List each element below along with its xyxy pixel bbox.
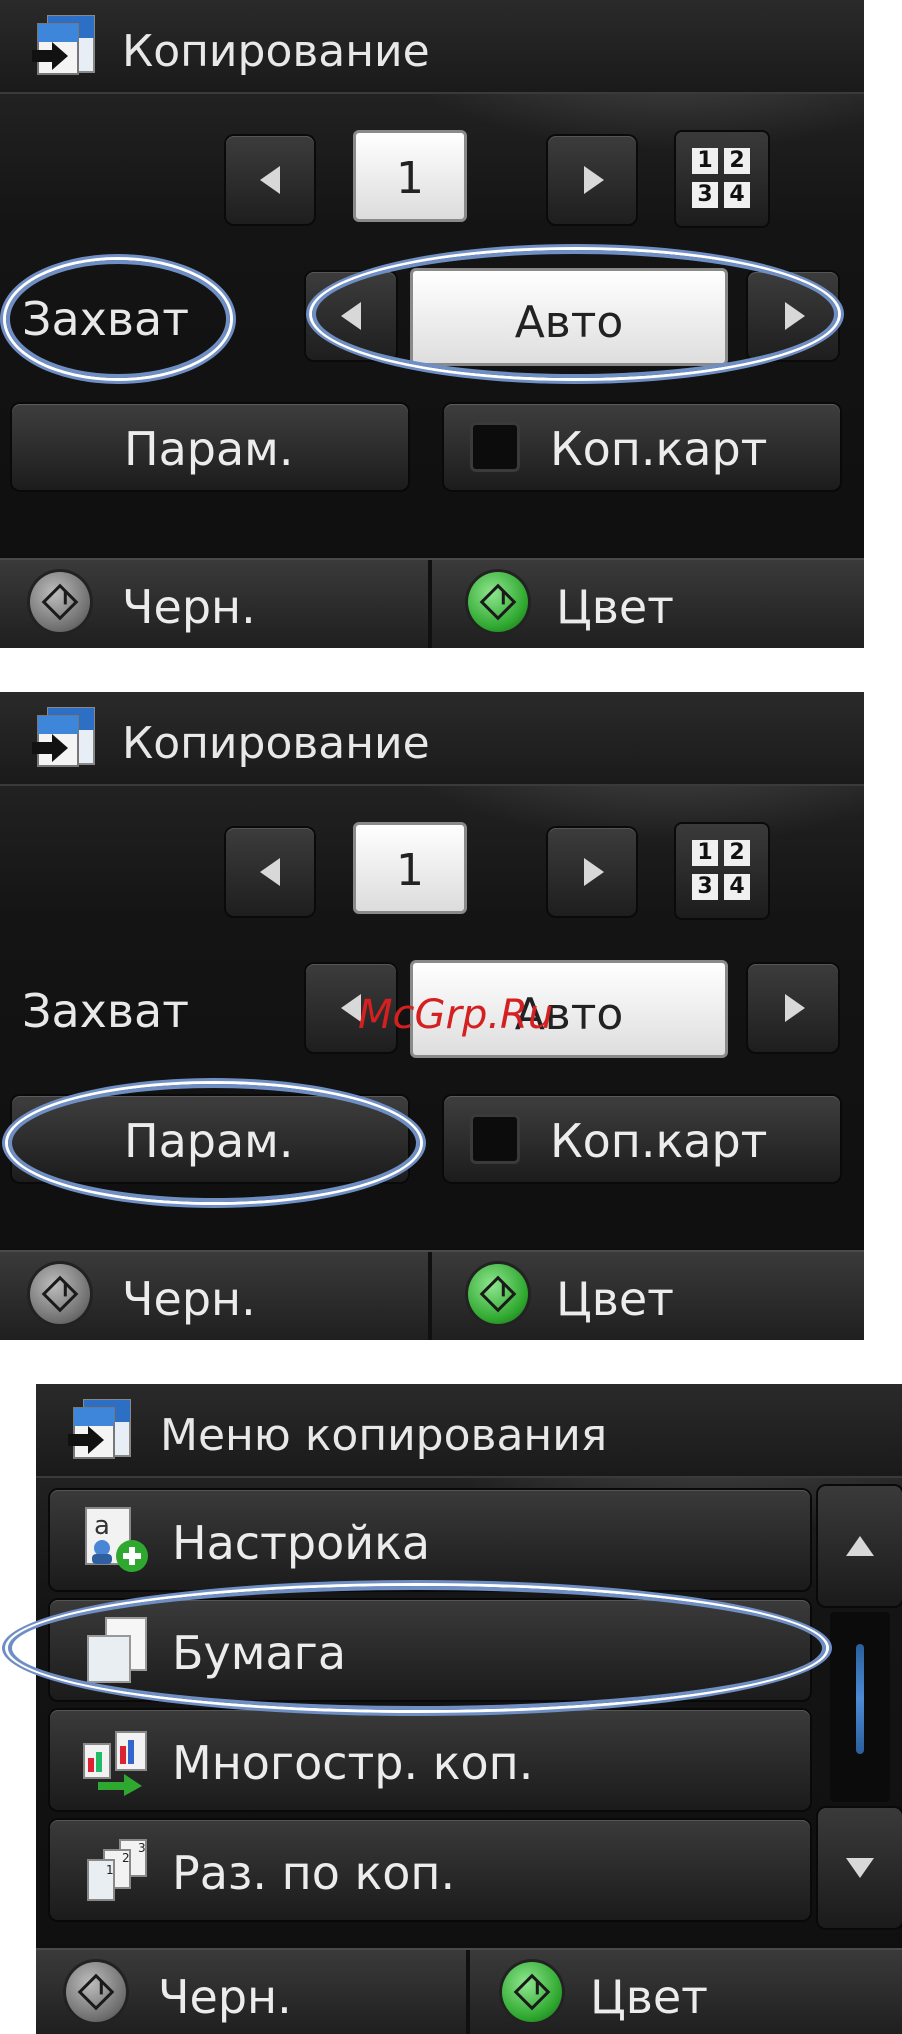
scroll-down-button[interactable] <box>818 1808 902 1928</box>
params-button[interactable]: Парам. <box>12 404 408 490</box>
increase-count-button[interactable] <box>548 828 636 916</box>
capture-next-button[interactable] <box>748 964 838 1052</box>
scroll-up-button[interactable] <box>818 1486 902 1606</box>
copy-count-value: 1 <box>396 845 424 896</box>
capture-label: Захват <box>22 984 189 1038</box>
keypad-digit: 2 <box>724 148 750 174</box>
highlight-ellipse-params-button <box>8 1084 420 1202</box>
menu-item-collate[interactable]: 3 2 1 Раз. по коп. <box>50 1820 810 1920</box>
page-title: Меню копирования <box>160 1410 608 1461</box>
black-start-icon[interactable] <box>30 1264 90 1324</box>
keypad-button[interactable]: 1 2 3 4 <box>676 132 768 226</box>
decrease-count-button[interactable] <box>226 828 314 916</box>
collate-button-label: Коп.карт <box>550 1114 768 1168</box>
black-start-icon[interactable] <box>30 572 90 632</box>
scrollbar-thumb[interactable] <box>856 1644 864 1754</box>
right-arrow-icon <box>785 994 805 1022</box>
right-arrow-icon <box>584 858 604 886</box>
black-start-label[interactable]: Черн. <box>122 580 256 634</box>
watermark-text: McGrp.Ru <box>358 992 554 1038</box>
bottom-divider <box>428 1252 432 1340</box>
menu-item-label: Раз. по коп. <box>172 1846 456 1900</box>
params-button-label: Парам. <box>124 422 294 476</box>
up-arrow-icon <box>846 1536 874 1556</box>
svg-text:1: 1 <box>106 1863 114 1877</box>
keypad-digit: 4 <box>724 874 750 900</box>
left-arrow-icon <box>260 858 280 886</box>
menu-item-label: Многостр. коп. <box>172 1736 534 1790</box>
keypad-digit: 3 <box>692 874 718 900</box>
svg-text:2: 2 <box>122 1851 130 1865</box>
collate-checkbox[interactable] <box>470 422 520 472</box>
color-start-label[interactable]: Цвет <box>556 580 674 634</box>
bottom-bar: Черн. Цвет <box>36 1948 902 2034</box>
collate-button[interactable]: Коп.карт <box>444 1096 840 1182</box>
keypad-digit: 1 <box>692 148 718 174</box>
title-bar: Копирование <box>0 692 864 786</box>
decrease-count-button[interactable] <box>226 136 314 224</box>
copy-app-icon <box>32 15 95 75</box>
menu-item-label: Настройка <box>172 1516 431 1570</box>
black-start-label[interactable]: Черн. <box>158 1970 292 2024</box>
settings-user-icon: a <box>85 1507 148 1572</box>
scrollbar-track[interactable] <box>830 1612 890 1802</box>
bottom-divider <box>428 560 432 648</box>
left-arrow-icon <box>260 166 280 194</box>
copy-count-field[interactable]: 1 <box>353 822 467 914</box>
highlight-ellipse-capture-label <box>6 260 230 378</box>
highlight-ellipse-capture-value <box>312 250 838 378</box>
collate-icon: 3 2 1 <box>87 1839 147 1901</box>
page-title: Копирование <box>122 718 430 769</box>
keypad-digit: 4 <box>724 182 750 208</box>
right-arrow-icon <box>584 166 604 194</box>
copy-app-icon <box>32 707 95 767</box>
color-start-icon[interactable] <box>502 1962 562 2022</box>
title-bar: Меню копирования <box>36 1384 902 1478</box>
bottom-bar: Черн. Цвет <box>0 1250 864 1340</box>
menu-item-settings[interactable]: a Настройка <box>50 1490 810 1590</box>
collate-button[interactable]: Коп.карт <box>444 404 840 490</box>
color-start-icon[interactable] <box>468 572 528 632</box>
copy-count-value: 1 <box>396 153 424 204</box>
collate-button-label: Коп.карт <box>550 422 768 476</box>
svg-text:a: a <box>94 1511 110 1541</box>
svg-text:3: 3 <box>138 1841 146 1855</box>
copy-app-icon <box>68 1399 131 1459</box>
black-start-icon[interactable] <box>66 1962 126 2022</box>
copy-screen-panel-2: Копирование 1 1 2 3 4 Захват Авто McGrp.… <box>0 692 864 1340</box>
keypad-digit: 1 <box>692 840 718 866</box>
title-bar: Копирование <box>0 0 864 94</box>
keypad-digit: 2 <box>724 840 750 866</box>
bottom-divider <box>466 1950 470 2034</box>
color-start-label[interactable]: Цвет <box>590 1970 708 2024</box>
menu-item-multipage[interactable]: Многостр. коп. <box>50 1710 810 1810</box>
multipage-copy-icon <box>83 1731 147 1796</box>
down-arrow-icon <box>846 1858 874 1878</box>
page-title: Копирование <box>122 26 430 77</box>
bottom-bar: Черн. Цвет <box>0 558 864 648</box>
color-start-label[interactable]: Цвет <box>556 1272 674 1326</box>
increase-count-button[interactable] <box>548 136 636 224</box>
keypad-digit: 3 <box>692 182 718 208</box>
copy-count-field[interactable]: 1 <box>353 130 467 222</box>
black-start-label[interactable]: Черн. <box>122 1272 256 1326</box>
highlight-ellipse-paper-item <box>8 1586 826 1710</box>
keypad-button[interactable]: 1 2 3 4 <box>676 824 768 918</box>
color-start-icon[interactable] <box>468 1264 528 1324</box>
collate-checkbox[interactable] <box>470 1114 520 1164</box>
